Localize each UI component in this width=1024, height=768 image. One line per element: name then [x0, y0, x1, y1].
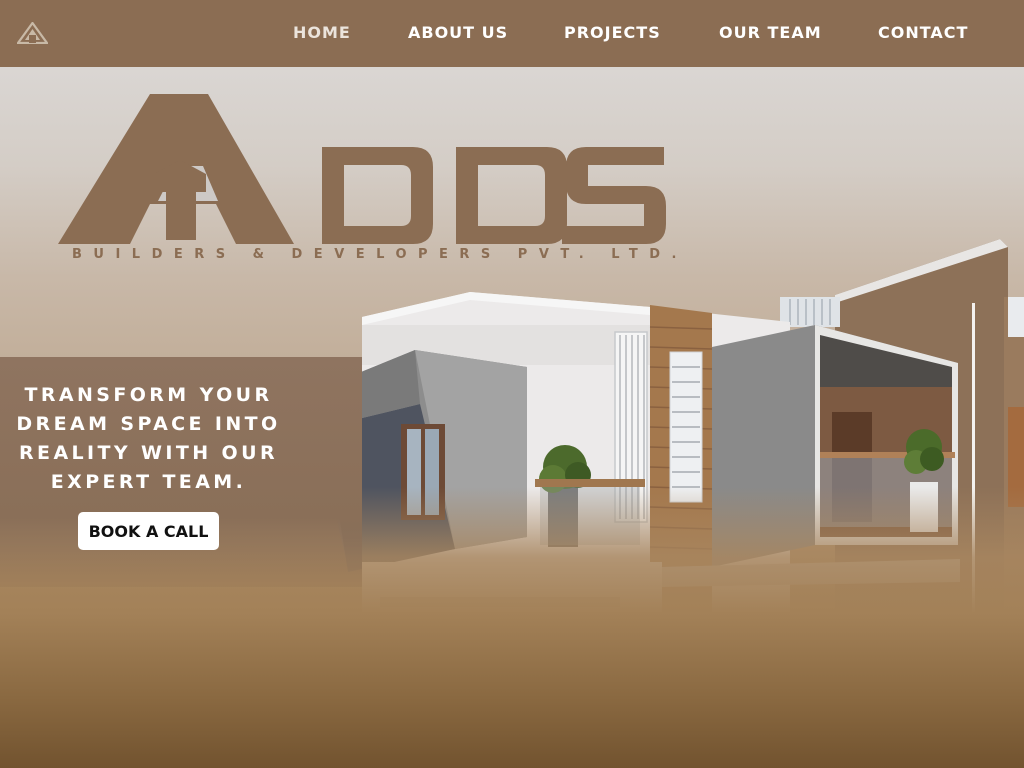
brand-tagline: BUILDERS & DEVELOPERS PVT. LTD.	[72, 247, 688, 262]
hero-section: BUILDERS & DEVELOPERS PVT. LTD. TRANSFOR…	[0, 67, 1024, 768]
nav-link-contact[interactable]: CONTACT	[878, 23, 968, 42]
hero-cta-panel: TRANSFORM YOUR DREAM SPACE INTO REALITY …	[0, 357, 362, 587]
nav-link-about-us[interactable]: ABOUT US	[408, 23, 508, 42]
adds-brand-logo	[58, 94, 666, 244]
nav-links: HOME ABOUT US PROJECTS OUR TEAM CONTACT	[0, 0, 1024, 67]
book-a-call-button[interactable]: BOOK A CALL	[78, 512, 219, 550]
hero-headline: TRANSFORM YOUR DREAM SPACE INTO REALITY …	[16, 384, 281, 493]
nav-link-projects[interactable]: PROJECTS	[564, 23, 661, 42]
nav-link-our-team[interactable]: OUR TEAM	[719, 23, 822, 42]
navbar: HOME ABOUT US PROJECTS OUR TEAM CONTACT	[0, 0, 1024, 67]
nav-link-home[interactable]: HOME	[293, 23, 351, 42]
